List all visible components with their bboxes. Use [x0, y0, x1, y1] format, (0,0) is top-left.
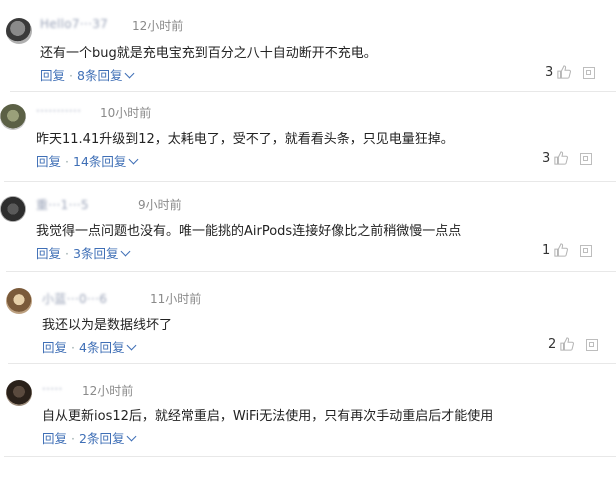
reply-button[interactable]: 回复	[36, 154, 61, 169]
avatar[interactable]	[6, 380, 32, 406]
like-count: 1	[542, 243, 551, 258]
thumbs-up-icon[interactable]	[554, 151, 568, 165]
comment-text: 自从更新ios12后，就经常重启，WiFi无法使用，只有再次手动重启后才能使用	[42, 409, 494, 424]
like-count: 3	[545, 65, 554, 80]
comment-item: Hello7···37 12小时前 还有一个bug就是充电宝充到百分之八十自动断…	[0, 0, 616, 92]
avatar[interactable]	[0, 104, 26, 130]
timestamp: 10小时前	[100, 106, 152, 120]
chevron-down-icon	[125, 68, 135, 79]
view-replies-button[interactable]: 14条回复	[73, 154, 139, 169]
separator: ·	[71, 431, 75, 446]
reply-button[interactable]: 回复	[36, 246, 61, 261]
comment-item: ··········· 10小时前 昨天11.41升级到12，太耗电了，受不了，…	[0, 92, 616, 184]
divider	[4, 456, 616, 457]
username[interactable]: 小蓝···0···6	[42, 290, 107, 307]
reply-button[interactable]: 回复	[42, 431, 67, 446]
comment-actions: 回复 · 14条回复	[36, 151, 139, 170]
avatar[interactable]	[6, 288, 32, 314]
reply-button[interactable]: 回复	[42, 340, 67, 355]
report-icon[interactable]	[580, 245, 592, 257]
comment-text: 我还以为是数据线坏了	[42, 318, 173, 333]
comment-item: ····· 12小时前 自从更新ios12后，就经常重启，WiFi无法使用，只有…	[0, 364, 616, 480]
replies-count: 8条回复	[77, 68, 123, 83]
comment-text: 我觉得一点问题也没有。唯一能挑的AirPods连接好像比之前稍微慢一点点	[36, 224, 462, 239]
separator: ·	[65, 246, 69, 261]
comment-item: 小蓝···0···6 11小时前 我还以为是数据线坏了 回复 · 4条回复 2	[0, 272, 616, 364]
thumbs-up-icon[interactable]	[554, 243, 568, 257]
chevron-down-icon	[121, 246, 131, 257]
like-count: 2	[548, 337, 557, 352]
separator: ·	[69, 68, 73, 83]
avatar[interactable]	[6, 18, 32, 44]
view-replies-button[interactable]: 8条回复	[77, 68, 135, 83]
chevron-down-icon	[128, 154, 139, 165]
comment-actions: 回复 · 2条回复	[42, 428, 137, 447]
comment-text: 还有一个bug就是充电宝充到百分之八十自动断开不充电。	[40, 46, 377, 61]
thumbs-up-icon[interactable]	[560, 337, 574, 351]
reply-button[interactable]: 回复	[40, 68, 65, 83]
view-replies-button[interactable]: 4条回复	[79, 340, 137, 355]
separator: ·	[71, 340, 75, 355]
comment-item: 重···1···5 9小时前 我觉得一点问题也没有。唯一能挑的AirPods连接…	[0, 182, 616, 274]
comment-actions: 回复 · 3条回复	[36, 243, 131, 262]
report-icon[interactable]	[580, 153, 592, 165]
thumbs-up-icon[interactable]	[557, 65, 571, 79]
username[interactable]: ···········	[36, 104, 81, 118]
username[interactable]: ·····	[42, 382, 63, 396]
replies-count: 14条回复	[73, 154, 127, 169]
replies-count: 2条回复	[79, 431, 125, 446]
avatar[interactable]	[0, 196, 26, 222]
timestamp: 12小时前	[82, 384, 134, 398]
username[interactable]: Hello7···37	[40, 17, 108, 31]
report-icon[interactable]	[586, 339, 598, 351]
comment-actions: 回复 · 8条回复	[40, 65, 135, 84]
chevron-down-icon	[127, 340, 137, 351]
comment-actions: 回复 · 4条回复	[42, 337, 137, 356]
view-replies-button[interactable]: 3条回复	[73, 246, 131, 261]
chevron-down-icon	[127, 431, 137, 442]
replies-count: 4条回复	[79, 340, 125, 355]
report-icon[interactable]	[583, 67, 595, 79]
username[interactable]: 重···1···5	[36, 196, 89, 213]
like-count: 3	[542, 151, 551, 166]
replies-count: 3条回复	[73, 246, 119, 261]
comment-text: 昨天11.41升级到12，太耗电了，受不了，就看看头条，只见电量狂掉。	[36, 132, 454, 147]
timestamp: 11小时前	[150, 292, 202, 306]
timestamp: 12小时前	[132, 19, 184, 33]
view-replies-button[interactable]: 2条回复	[79, 431, 137, 446]
separator: ·	[65, 154, 69, 169]
timestamp: 9小时前	[138, 198, 182, 212]
